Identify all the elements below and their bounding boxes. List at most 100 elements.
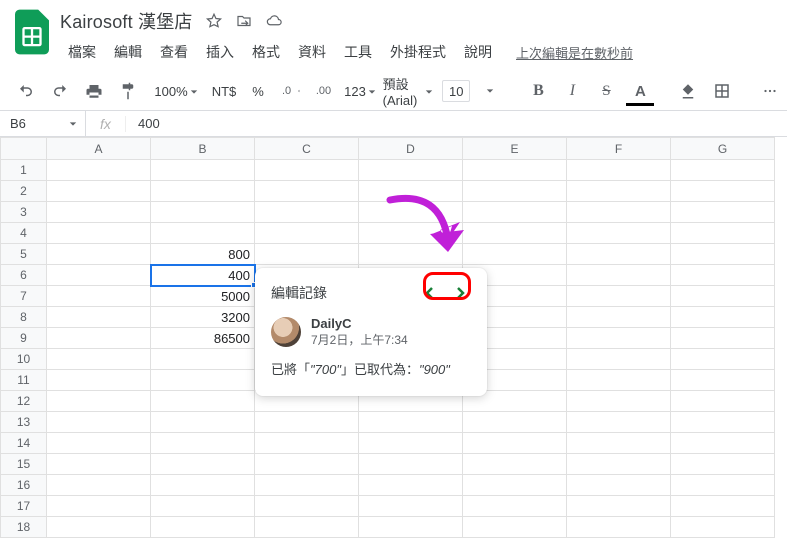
- cell-G6[interactable]: [671, 265, 775, 286]
- font-size-dropdown[interactable]: [476, 78, 504, 104]
- dec-decimal-button[interactable]: .0: [278, 78, 306, 104]
- cell-A17[interactable]: [47, 496, 151, 517]
- cell-C15[interactable]: [255, 454, 359, 475]
- cell-F5[interactable]: [567, 244, 671, 265]
- last-edit-link[interactable]: 上次編輯是在數秒前: [516, 43, 633, 62]
- row-header[interactable]: 18: [1, 517, 47, 538]
- cell-E14[interactable]: [463, 433, 567, 454]
- row-header[interactable]: 6: [1, 265, 47, 286]
- cell-A6[interactable]: [47, 265, 151, 286]
- cell-D14[interactable]: [359, 433, 463, 454]
- cell-E3[interactable]: [463, 202, 567, 223]
- cell-F7[interactable]: [567, 286, 671, 307]
- cell-G5[interactable]: [671, 244, 775, 265]
- row-header[interactable]: 13: [1, 412, 47, 433]
- history-next-button[interactable]: [449, 282, 471, 304]
- column-header[interactable]: C: [255, 138, 359, 160]
- cell-B9[interactable]: 86500: [151, 328, 255, 349]
- italic-button[interactable]: I: [558, 78, 586, 104]
- cell-F8[interactable]: [567, 307, 671, 328]
- cell-E2[interactable]: [463, 181, 567, 202]
- row-header[interactable]: 4: [1, 223, 47, 244]
- bold-button[interactable]: B: [524, 78, 552, 104]
- cell-E15[interactable]: [463, 454, 567, 475]
- print-button[interactable]: [80, 78, 108, 104]
- menu-file[interactable]: 檔案: [60, 38, 104, 66]
- sheets-logo[interactable]: [14, 8, 50, 56]
- cell-E13[interactable]: [463, 412, 567, 433]
- cell-D13[interactable]: [359, 412, 463, 433]
- row-header[interactable]: 8: [1, 307, 47, 328]
- cell-B12[interactable]: [151, 391, 255, 412]
- fill-color-button[interactable]: [674, 78, 702, 104]
- undo-button[interactable]: [12, 78, 40, 104]
- cell-C3[interactable]: [255, 202, 359, 223]
- cell-F18[interactable]: [567, 517, 671, 538]
- cell-A18[interactable]: [47, 517, 151, 538]
- cell-G14[interactable]: [671, 433, 775, 454]
- text-color-button[interactable]: A: [626, 78, 654, 104]
- more-toolbar-button[interactable]: [756, 78, 784, 104]
- cell-C4[interactable]: [255, 223, 359, 244]
- row-header[interactable]: 9: [1, 328, 47, 349]
- currency-button[interactable]: NT$: [210, 78, 238, 104]
- cloud-status-icon[interactable]: [265, 12, 283, 30]
- cell-A10[interactable]: [47, 349, 151, 370]
- cell-B10[interactable]: [151, 349, 255, 370]
- star-icon[interactable]: [205, 12, 223, 30]
- cell-G7[interactable]: [671, 286, 775, 307]
- percent-button[interactable]: %: [244, 78, 272, 104]
- cell-A16[interactable]: [47, 475, 151, 496]
- name-box[interactable]: B6: [0, 111, 86, 136]
- history-prev-button[interactable]: [419, 282, 441, 304]
- cell-A4[interactable]: [47, 223, 151, 244]
- cell-B15[interactable]: [151, 454, 255, 475]
- cell-F14[interactable]: [567, 433, 671, 454]
- cell-C1[interactable]: [255, 160, 359, 181]
- cell-B4[interactable]: [151, 223, 255, 244]
- font-select[interactable]: 預設 (Arial): [394, 78, 422, 104]
- cell-B18[interactable]: [151, 517, 255, 538]
- cell-B14[interactable]: [151, 433, 255, 454]
- cell-A11[interactable]: [47, 370, 151, 391]
- cell-B7[interactable]: 5000: [151, 286, 255, 307]
- cell-G3[interactable]: [671, 202, 775, 223]
- cell-G11[interactable]: [671, 370, 775, 391]
- cell-B8[interactable]: 3200: [151, 307, 255, 328]
- cell-G8[interactable]: [671, 307, 775, 328]
- font-size-input[interactable]: 10: [442, 80, 470, 102]
- column-header[interactable]: D: [359, 138, 463, 160]
- column-header[interactable]: A: [47, 138, 151, 160]
- cell-F15[interactable]: [567, 454, 671, 475]
- cell-E16[interactable]: [463, 475, 567, 496]
- menu-data[interactable]: 資料: [290, 38, 334, 66]
- cell-A15[interactable]: [47, 454, 151, 475]
- cell-E17[interactable]: [463, 496, 567, 517]
- cell-G13[interactable]: [671, 412, 775, 433]
- cell-C16[interactable]: [255, 475, 359, 496]
- column-header[interactable]: B: [151, 138, 255, 160]
- cell-C17[interactable]: [255, 496, 359, 517]
- cell-C2[interactable]: [255, 181, 359, 202]
- cell-G9[interactable]: [671, 328, 775, 349]
- cell-G1[interactable]: [671, 160, 775, 181]
- inc-decimal-button[interactable]: .00: [312, 78, 340, 104]
- row-header[interactable]: 16: [1, 475, 47, 496]
- cell-G4[interactable]: [671, 223, 775, 244]
- cell-D4[interactable]: [359, 223, 463, 244]
- cell-G17[interactable]: [671, 496, 775, 517]
- cell-D15[interactable]: [359, 454, 463, 475]
- cell-A3[interactable]: [47, 202, 151, 223]
- cell-C14[interactable]: [255, 433, 359, 454]
- zoom-select[interactable]: 100%: [162, 78, 190, 104]
- cell-F2[interactable]: [567, 181, 671, 202]
- cell-F4[interactable]: [567, 223, 671, 244]
- cell-D5[interactable]: [359, 244, 463, 265]
- row-header[interactable]: 11: [1, 370, 47, 391]
- cell-D16[interactable]: [359, 475, 463, 496]
- cell-D17[interactable]: [359, 496, 463, 517]
- borders-button[interactable]: [708, 78, 736, 104]
- cell-B5[interactable]: 800: [151, 244, 255, 265]
- row-header[interactable]: 3: [1, 202, 47, 223]
- cell-D1[interactable]: [359, 160, 463, 181]
